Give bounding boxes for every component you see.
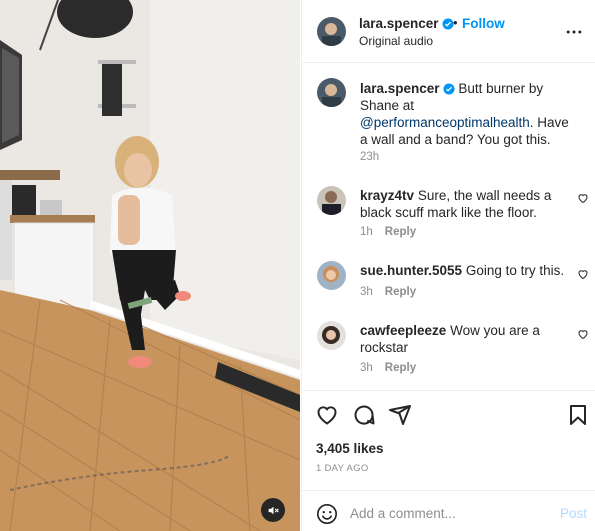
- post-actions: 3,405 likes 1 DAY AGO: [302, 390, 595, 490]
- comment-username[interactable]: cawfeepleeze: [360, 323, 446, 338]
- video-frame: [0, 0, 300, 531]
- post-date: 1 DAY AGO: [316, 463, 369, 474]
- verified-badge-icon: [442, 18, 454, 30]
- post-panel: lara.spencer • Follow Original audio lar…: [301, 0, 595, 531]
- reply-button[interactable]: Reply: [385, 226, 416, 238]
- separator-dot: •: [453, 15, 458, 30]
- bookmark-icon[interactable]: [566, 403, 590, 427]
- send-icon[interactable]: [388, 403, 412, 427]
- comment-meta: 3h Reply: [360, 286, 416, 298]
- comment-like-heart-icon[interactable]: [577, 268, 589, 280]
- comment-input[interactable]: [350, 501, 550, 525]
- post-comment-button[interactable]: Post: [560, 506, 587, 521]
- comment-text: sue.hunter.5055 Going to try this.: [360, 262, 572, 279]
- add-comment-bar: Post: [302, 490, 595, 531]
- original-audio-link[interactable]: Original audio: [359, 34, 433, 48]
- comments-section: lara.spencer Butt burner by Shane at @pe…: [302, 64, 595, 390]
- author-username[interactable]: lara.spencer: [359, 16, 454, 31]
- comment-meta: 1h Reply: [360, 226, 416, 238]
- comment-username[interactable]: sue.hunter.5055: [360, 263, 462, 278]
- comment-username[interactable]: krayz4tv: [360, 188, 414, 203]
- caption-username[interactable]: lara.spencer: [360, 81, 440, 96]
- verified-badge-icon: [443, 83, 455, 95]
- comment-time: 3h: [360, 362, 373, 374]
- comment-icon[interactable]: [352, 403, 376, 427]
- emoji-icon[interactable]: [316, 503, 338, 525]
- comment-avatar[interactable]: [317, 186, 346, 215]
- more-options-icon[interactable]: [564, 22, 584, 42]
- reply-button[interactable]: Reply: [385, 362, 416, 374]
- comment-meta: 3h Reply: [360, 362, 416, 374]
- comment-content: Going to try this.: [465, 263, 565, 278]
- comment-time: 1h: [360, 226, 373, 238]
- follow-button[interactable]: Follow: [462, 16, 505, 31]
- author-username-text: lara.spencer: [359, 16, 439, 31]
- caption-time: 23h: [360, 151, 380, 163]
- caption-mention-link[interactable]: @performanceoptimalhealth: [360, 115, 530, 130]
- post-video[interactable]: [0, 0, 300, 531]
- comment-text: krayz4tv Sure, the wall needs a black sc…: [360, 187, 572, 221]
- caption-avatar[interactable]: [317, 78, 346, 107]
- comment-like-heart-icon[interactable]: [577, 328, 589, 340]
- comment-like-heart-icon[interactable]: [577, 192, 589, 204]
- post-header: lara.spencer • Follow Original audio: [302, 0, 595, 63]
- speaker-muted-icon: [268, 506, 279, 514]
- caption-text: lara.spencer Butt burner by Shane at @pe…: [360, 80, 572, 148]
- caption-meta: 23h: [360, 151, 379, 163]
- comment-avatar[interactable]: [317, 321, 346, 350]
- author-avatar[interactable]: [317, 17, 346, 46]
- mute-button[interactable]: [261, 498, 285, 522]
- comment-avatar[interactable]: [317, 261, 346, 290]
- likes-count[interactable]: 3,405 likes: [316, 441, 384, 456]
- comment-time: 3h: [360, 286, 373, 298]
- comment-text: cawfeepleeze Wow you are a rockstar: [360, 322, 572, 356]
- reply-button[interactable]: Reply: [385, 286, 416, 298]
- heart-icon[interactable]: [315, 403, 339, 427]
